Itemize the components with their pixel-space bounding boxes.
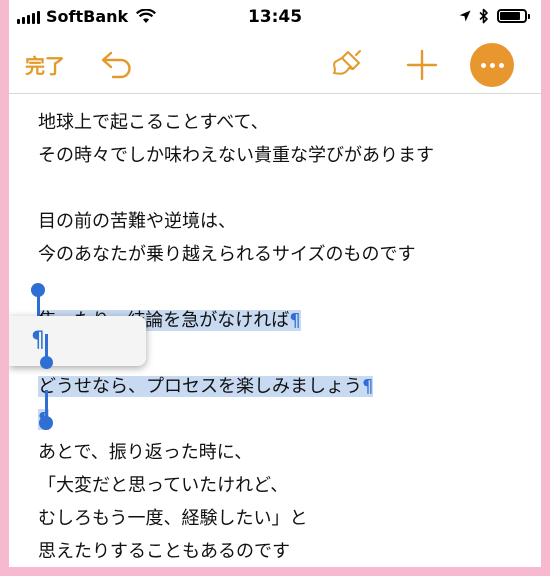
battery-icon xyxy=(497,9,530,23)
document-line: 目の前の苦難や逆境は、 xyxy=(38,211,236,232)
magnifier-caret-dot xyxy=(40,356,53,369)
document-line: 思えたりすることもあるのです xyxy=(38,541,290,562)
selected-line: どうせなら、プロセスを楽しみましょう¶ xyxy=(38,376,374,397)
battery-fill xyxy=(500,12,520,20)
location-arrow-icon xyxy=(459,10,471,22)
document-line: 地球上で起こることすべて、 xyxy=(38,112,269,133)
magnifier-pilcrow: ¶ xyxy=(31,328,45,353)
screen: SoftBank 13:45 完了 地球上で起こることすべて、 その時々でしか味… xyxy=(9,0,541,567)
bluetooth-icon xyxy=(479,8,488,24)
document-line: 今のあなたが乗り越えられるサイズのものです xyxy=(38,244,416,265)
document-line: 「大変だと思っていたけれど、 xyxy=(38,475,289,496)
selection-end-handle[interactable] xyxy=(39,390,55,434)
done-button[interactable]: 完了 xyxy=(25,50,65,79)
document-line: むしろもう一度、経験したい」と xyxy=(38,508,308,529)
more-icon[interactable] xyxy=(470,43,514,87)
status-bar: SoftBank 13:45 xyxy=(9,0,541,36)
pilcrow-mark: ¶ xyxy=(362,376,374,397)
paintbrush-icon[interactable] xyxy=(329,48,365,82)
selected-line: ¶ xyxy=(38,403,518,436)
document-line: あとで、振り返った時に、 xyxy=(38,442,253,463)
plus-icon[interactable] xyxy=(405,48,439,82)
undo-icon[interactable] xyxy=(99,50,137,80)
pilcrow-mark: ¶ xyxy=(289,310,301,331)
selection-magnifier: ¶ xyxy=(9,316,146,369)
document-line: その時々でしか味わえない貴重な学びがあります xyxy=(38,145,434,166)
status-right xyxy=(459,8,530,24)
toolbar: 完了 xyxy=(9,36,541,94)
